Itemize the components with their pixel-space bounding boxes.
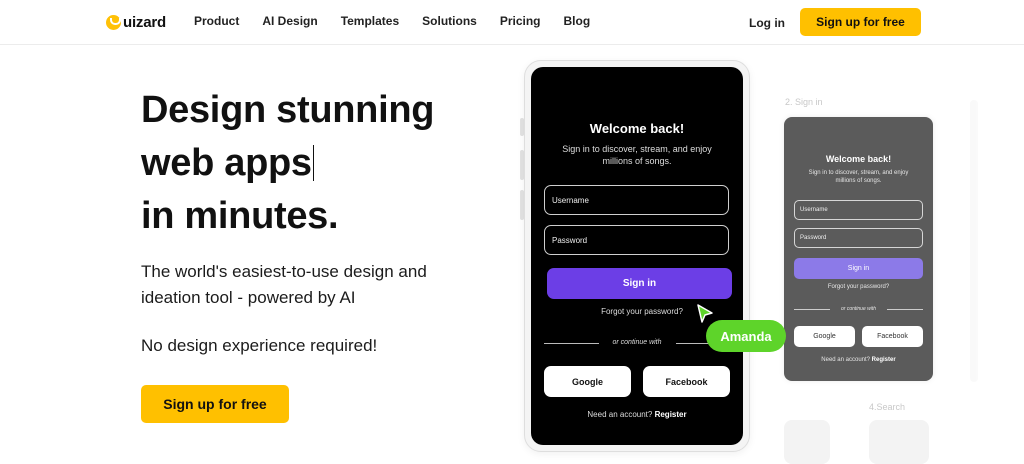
preview-google-button: Google <box>794 326 855 347</box>
forgot-password-link[interactable]: Forgot your password? <box>531 307 753 316</box>
preview-divider-right <box>887 309 923 310</box>
preview-card-thumb-1 <box>784 420 830 464</box>
step-label-signin: 2. Sign in <box>785 97 823 107</box>
preview-screen-signin: Welcome back! Sign in to discover, strea… <box>784 117 933 381</box>
hero-subtitle: The world's easiest-to-use design and id… <box>141 262 427 307</box>
nav-signup-button[interactable]: Sign up for free <box>800 8 921 36</box>
preview-signin-button: Sign in <box>794 258 923 279</box>
preview-register-link: Register <box>871 357 896 363</box>
welcome-title: Welcome back! <box>589 121 685 136</box>
pointer-cursor-icon <box>697 304 713 323</box>
nav-link-blog[interactable]: Blog <box>564 14 591 28</box>
signin-button[interactable]: Sign in <box>547 268 732 299</box>
register-text: Need an account? Register <box>531 410 743 419</box>
preview-title: Welcome back! <box>825 154 892 164</box>
preview-password-field: Password <box>794 228 923 248</box>
password-field[interactable]: Password <box>544 225 729 255</box>
preview-register-prompt: Need an account? <box>821 357 870 363</box>
preview-forgot-link: Forgot your password? <box>827 284 890 290</box>
headline-typed-text: web apps <box>141 142 312 184</box>
phone-screen: Welcome back! Sign in to discover, strea… <box>531 67 743 445</box>
headline-line-2: web apps <box>141 137 501 190</box>
username-field[interactable]: Username <box>544 185 729 215</box>
step-label-search: 4.Search <box>869 402 906 412</box>
preview-card-thumb-2 <box>869 420 929 464</box>
register-prompt: Need an account? <box>587 410 653 419</box>
nav-link-templates[interactable]: Templates <box>341 14 399 28</box>
headline-line-3: in minutes. <box>141 195 339 237</box>
hero-headline: Design stunning web apps in minutes. <box>141 84 501 243</box>
logo[interactable]: uizard <box>106 12 166 32</box>
google-button[interactable]: Google <box>544 366 631 397</box>
collaborator-badge: Amanda <box>706 320 786 352</box>
text-caret <box>312 145 314 181</box>
nav-links: Product AI Design Templates Solutions Pr… <box>194 14 613 28</box>
preview-username-field: Username <box>794 200 923 220</box>
hero-signup-button[interactable]: Sign up for free <box>141 385 289 423</box>
nav-link-product[interactable]: Product <box>194 14 239 28</box>
register-link[interactable]: Register <box>655 410 687 419</box>
facebook-button[interactable]: Facebook <box>643 366 730 397</box>
top-navigation: uizard Product AI Design Templates Solut… <box>0 0 1024 45</box>
nav-link-ai-design[interactable]: AI Design <box>262 14 317 28</box>
preview-register-text: Need an account? Register <box>784 357 933 363</box>
uizard-logo-icon <box>106 14 121 30</box>
preview-subtitle: Sign in to discover, stream, and enjoy m… <box>808 170 909 184</box>
hero-note: No design experience required! <box>141 336 378 355</box>
preview-facebook-button: Facebook <box>862 326 923 347</box>
headline-line-1: Design stunning <box>141 89 435 131</box>
nav-link-solutions[interactable]: Solutions <box>422 14 477 28</box>
logo-text: uizard <box>123 13 166 31</box>
login-link[interactable]: Log in <box>749 16 785 30</box>
preview-edge-card <box>970 100 978 382</box>
nav-link-pricing[interactable]: Pricing <box>500 14 541 28</box>
welcome-subtitle: Sign in to discover, stream, and enjoy m… <box>562 144 712 166</box>
